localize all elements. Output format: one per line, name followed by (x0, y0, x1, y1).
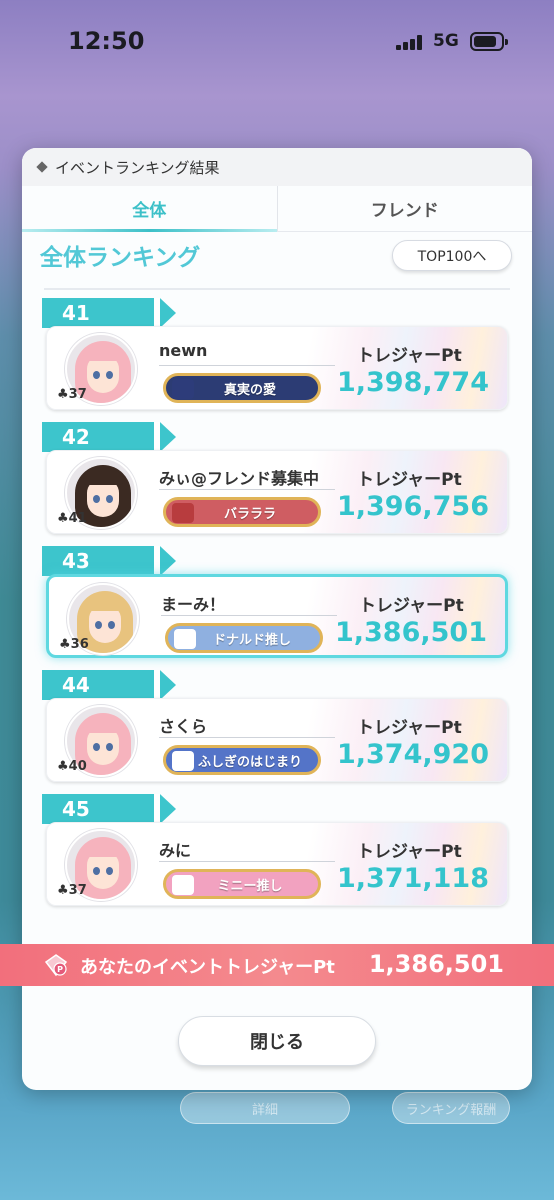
treasure-pt-label: トレジャーPt (357, 470, 462, 490)
background-reward-button: ランキング報酬 (392, 1092, 510, 1124)
entry-card[interactable]: ♣40 さくら ふしぎのはじまり トレジャーPt 1,374,920 (46, 698, 508, 782)
name-underline (159, 737, 335, 738)
status-bar: 12:50 5G (0, 0, 554, 86)
modal-title: イベントランキング結果 (55, 158, 220, 177)
treasure-pt-value: 1,371,118 (336, 863, 489, 894)
tab-overall[interactable]: 全体 (22, 186, 277, 232)
treasure-pt-value: 1,396,756 (336, 491, 489, 522)
badge-icon (172, 379, 194, 399)
treasure-pt-label: トレジャーPt (357, 346, 462, 366)
badge-icon (172, 751, 194, 771)
badge-label: ふしぎのはじまり (197, 754, 302, 770)
your-points-bar: P あなたのイベントトレジャーPt 1,386,501 (0, 944, 554, 986)
rank-number: 41 (42, 298, 176, 328)
section-title: 全体ランキング (40, 245, 201, 271)
entry-card[interactable]: ♣37 newn 真実の愛 トレジャーPt 1,398,774 (46, 326, 508, 410)
entry-card[interactable]: ♣37 みに ミニー推し トレジャーPt 1,371,118 (46, 822, 508, 906)
player-level: ♣41 (57, 511, 87, 526)
badge-label: バラララ (223, 506, 276, 522)
tab-friend[interactable]: フレンド (276, 186, 533, 231)
player-name: みぃ@フレンド募集中 (159, 469, 320, 488)
title-badge: ドナルド推し (165, 623, 323, 653)
treasure-pt-value: 1,374,920 (336, 739, 489, 770)
rank-number: 42 (42, 422, 176, 452)
diamond-icon (36, 161, 48, 173)
svg-text:P: P (57, 965, 63, 974)
badge-icon (172, 875, 194, 895)
signal-icon (396, 35, 426, 50)
badge-label: ドナルド推し (212, 632, 291, 648)
player-name: newn (159, 341, 208, 360)
name-underline (161, 615, 337, 616)
entry-card[interactable]: ♣41 みぃ@フレンド募集中 バラララ トレジャーPt 1,396,756 (46, 450, 508, 534)
name-underline (159, 861, 335, 862)
badge-label: 真実の愛 (223, 382, 276, 398)
your-points-label: あなたのイベントトレジャーPt (80, 957, 335, 978)
treasure-pt-label: トレジャーPt (357, 718, 462, 738)
title-badge: 真実の愛 (163, 373, 321, 403)
treasure-pt-label: トレジャーPt (357, 842, 462, 862)
entry-card[interactable]: ♣36 まーみ！ ドナルド推し トレジャーPt 1,386,501 (46, 574, 508, 658)
rank-number: 44 (42, 670, 176, 700)
treasure-pt-label: トレジャーPt (359, 596, 464, 616)
badge-icon (172, 503, 194, 523)
background-details-button: 詳細 (180, 1092, 350, 1124)
title-badge: バラララ (163, 497, 321, 527)
modal-header: イベントランキング結果 (22, 148, 532, 186)
player-level: ♣40 (57, 759, 87, 774)
name-underline (159, 365, 335, 366)
ranking-tabs: 全体 フレンド (22, 186, 532, 232)
your-points-value: 1,386,501 (368, 950, 504, 978)
player-name: まーみ！ (161, 595, 226, 614)
badge-icon (174, 629, 196, 649)
treasure-pt-value: 1,398,774 (336, 367, 489, 398)
player-level: ♣36 (59, 637, 89, 652)
title-badge: ふしぎのはじまり (163, 745, 321, 775)
top100-button[interactable]: TOP100へ (392, 240, 512, 271)
player-name: さくら (159, 717, 208, 736)
name-underline (159, 489, 335, 490)
network-label: 5G (433, 31, 459, 51)
badge-label: ミニー推し (217, 878, 283, 894)
player-level: ♣37 (57, 387, 87, 402)
player-name: みに (159, 841, 192, 860)
rank-number: 45 (42, 794, 176, 824)
divider (44, 288, 510, 290)
battery-icon (470, 32, 508, 51)
player-level: ♣37 (57, 883, 87, 898)
rank-number: 43 (42, 546, 176, 576)
status-time: 12:50 (68, 27, 145, 55)
title-badge: ミニー推し (163, 869, 321, 899)
treasure-pt-value: 1,386,501 (334, 617, 487, 648)
gem-icon: P (44, 954, 68, 977)
close-button[interactable]: 閉じる (178, 1016, 376, 1066)
